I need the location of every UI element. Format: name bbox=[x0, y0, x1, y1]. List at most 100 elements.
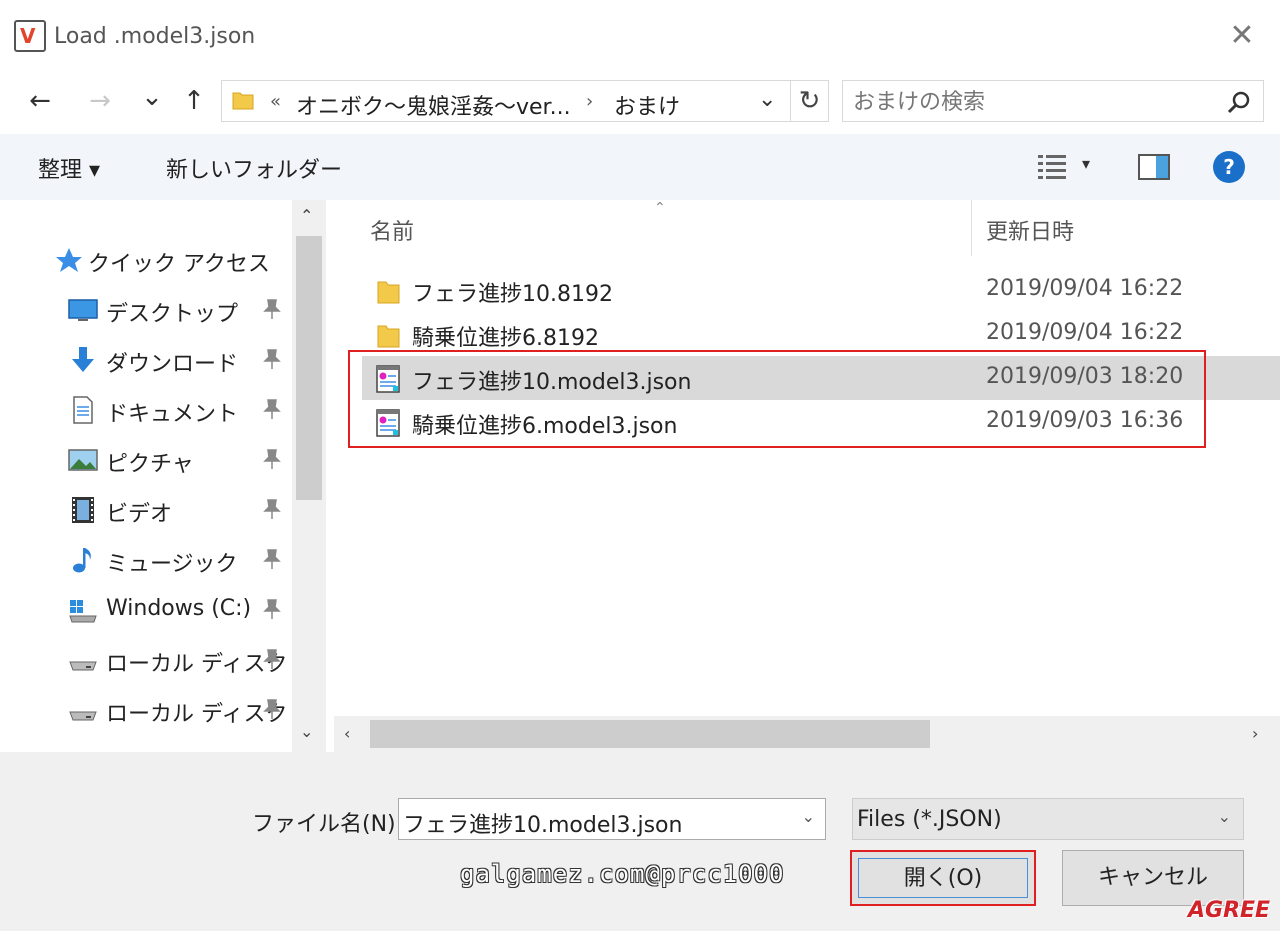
pin-icon[interactable] bbox=[262, 698, 282, 720]
command-toolbar: 整理 ▾ 新しいフォルダー ▾ bbox=[0, 134, 1280, 200]
scroll-down-icon[interactable]: ⌄ bbox=[300, 722, 313, 741]
window-title: Load .model3.json bbox=[54, 24, 256, 49]
file-modified: 2019/09/04 16:22 bbox=[986, 276, 1184, 301]
view-options-dropdown-icon[interactable]: ▾ bbox=[1082, 154, 1090, 173]
close-button[interactable]: ✕ bbox=[1220, 18, 1264, 58]
sidebar-item-documents[interactable]: ドキュメント bbox=[0, 388, 292, 432]
forward-arrow-icon[interactable]: → bbox=[82, 86, 118, 116]
sidebar-item-local-disk[interactable]: ローカル ディスク bbox=[0, 638, 292, 682]
sidebar-item-label: デスクトップ bbox=[106, 302, 239, 327]
recent-locations-chevron-icon[interactable]: ⌄ bbox=[134, 82, 170, 112]
chevron-down-icon[interactable]: ⌄ bbox=[802, 807, 815, 826]
sidebar-item-windows-drive[interactable]: Windows (C:) bbox=[0, 588, 292, 632]
sidebar-item-label: ドキュメント bbox=[106, 402, 239, 427]
pin-icon[interactable] bbox=[262, 348, 282, 370]
file-name: 騎乗位進捗6.8192 bbox=[412, 326, 599, 351]
help-glyph: ? bbox=[1223, 155, 1235, 179]
navigation-bar: ← → ⌄ ↑ « オニボク～鬼娘淫姦～ver... › おまけ ⌄ ↻ bbox=[0, 74, 1280, 134]
title-bar: V Load .model3.json ✕ bbox=[0, 0, 1280, 74]
sidebar-item-music[interactable]: ミュージック bbox=[0, 538, 292, 582]
document-icon bbox=[73, 396, 93, 424]
folder-icon bbox=[377, 281, 400, 304]
desktop-icon bbox=[68, 299, 98, 321]
sidebar-item-label: Windows (C:) bbox=[106, 596, 252, 621]
sidebar-item-local-disk[interactable]: ローカル ディスク bbox=[0, 688, 292, 732]
pin-icon[interactable] bbox=[262, 548, 282, 570]
pin-icon[interactable] bbox=[262, 498, 282, 520]
file-list: ⌃ 名前 更新日時 フェラ進捗10.8192 2019/09/04 16:22 … bbox=[334, 200, 1280, 752]
sidebar-item-label: クイック アクセス bbox=[88, 252, 270, 277]
annotation-highlight-box bbox=[348, 350, 1206, 448]
sidebar-item-label: ミュージック bbox=[106, 552, 238, 577]
file-type-value: Files (*.JSON) bbox=[857, 807, 1002, 832]
sort-ascending-icon: ⌃ bbox=[654, 200, 666, 216]
video-icon bbox=[72, 497, 94, 523]
sidebar-item-videos[interactable]: ビデオ bbox=[0, 488, 292, 532]
file-row-folder[interactable]: フェラ進捗10.8192 2019/09/04 16:22 bbox=[362, 268, 1280, 312]
preview-pane-icon[interactable] bbox=[1138, 154, 1170, 180]
organize-button[interactable]: 整理 ▾ bbox=[38, 152, 100, 184]
scroll-left-icon[interactable]: ‹ bbox=[344, 724, 350, 743]
navigation-pane: クイック アクセス デスクトップ ダウンロード ドキュメント ピクチャ ビデオ … bbox=[0, 200, 330, 752]
windows-drive-icon bbox=[69, 600, 97, 623]
folder-icon bbox=[377, 325, 400, 348]
pin-icon[interactable] bbox=[262, 448, 282, 470]
address-bar[interactable]: « オニボク～鬼娘淫姦～ver... › おまけ ⌄ ↻ bbox=[221, 80, 829, 122]
breadcrumb-segment[interactable]: オニボク～鬼娘淫姦～ver... bbox=[296, 89, 571, 121]
watermark-text: galgamez.com@prcc1000 bbox=[460, 860, 785, 888]
search-box[interactable] bbox=[842, 80, 1264, 122]
search-input[interactable] bbox=[853, 87, 1213, 117]
file-type-select[interactable]: Files (*.JSON) ⌄ bbox=[852, 798, 1244, 840]
up-arrow-icon[interactable]: ↑ bbox=[176, 86, 212, 116]
scrollbar-thumb[interactable] bbox=[296, 236, 322, 500]
open-button[interactable]: 開く(O) bbox=[850, 850, 1036, 906]
scroll-right-icon[interactable]: › bbox=[1252, 724, 1258, 743]
overflow-chevron-icon[interactable]: « bbox=[270, 91, 281, 112]
download-icon bbox=[72, 347, 94, 372]
drive-icon bbox=[69, 711, 97, 721]
scroll-up-icon[interactable]: ⌃ bbox=[300, 206, 313, 225]
filename-input[interactable]: フェラ進捗10.model3.json ⌄ bbox=[398, 798, 826, 840]
agree-logo: AGREE bbox=[1188, 898, 1271, 923]
scrollbar-thumb[interactable] bbox=[370, 720, 930, 748]
sidebar-item-quick-access[interactable]: クイック アクセス bbox=[0, 238, 292, 282]
sidebar-item-pictures[interactable]: ピクチャ bbox=[0, 438, 292, 482]
refresh-icon[interactable]: ↻ bbox=[790, 81, 828, 121]
breadcrumb-segment[interactable]: おまけ bbox=[614, 89, 680, 121]
view-details-icon[interactable] bbox=[1036, 152, 1068, 182]
breadcrumb-separator-icon[interactable]: › bbox=[586, 91, 593, 112]
pin-icon[interactable] bbox=[262, 598, 282, 620]
sidebar-item-downloads[interactable]: ダウンロード bbox=[0, 338, 292, 382]
sidebar-item-desktop[interactable]: デスクトップ bbox=[0, 288, 292, 332]
star-icon bbox=[56, 248, 82, 272]
help-icon[interactable]: ? bbox=[1212, 150, 1246, 184]
column-header-modified[interactable]: 更新日時 bbox=[986, 214, 1074, 246]
search-icon[interactable] bbox=[1225, 89, 1253, 117]
music-icon bbox=[73, 548, 91, 573]
sidebar-item-label: ピクチャ bbox=[106, 452, 194, 477]
dialog-footer: ファイル名(N): フェラ進捗10.model3.json ⌄ Files (*… bbox=[0, 752, 1280, 931]
new-folder-button[interactable]: 新しいフォルダー bbox=[166, 152, 342, 184]
sidebar-scrollbar[interactable]: ⌃ ⌄ bbox=[292, 200, 326, 752]
pin-icon[interactable] bbox=[262, 398, 282, 420]
file-modified: 2019/09/04 16:22 bbox=[986, 320, 1184, 345]
pin-icon[interactable] bbox=[262, 298, 282, 320]
drive-icon bbox=[69, 661, 97, 671]
sidebar-item-label: ビデオ bbox=[106, 502, 173, 527]
open-button-label: 開く(O) bbox=[858, 858, 1028, 898]
filename-label: ファイル名(N): bbox=[252, 812, 404, 837]
filename-value: フェラ進捗10.model3.json bbox=[403, 813, 683, 838]
column-header-name[interactable]: 名前 bbox=[370, 214, 414, 246]
filelist-horizontal-scrollbar[interactable]: ‹ › bbox=[334, 716, 1280, 752]
sidebar-item-label: ローカル ディスク bbox=[106, 652, 288, 677]
chevron-down-icon[interactable]: ⌄ bbox=[1218, 807, 1231, 826]
folder-icon bbox=[232, 92, 254, 110]
app-icon: V bbox=[14, 20, 46, 52]
back-arrow-icon[interactable]: ← bbox=[22, 86, 58, 116]
file-name: フェラ進捗10.8192 bbox=[412, 282, 613, 307]
pictures-icon bbox=[68, 449, 98, 471]
column-divider[interactable] bbox=[971, 200, 972, 256]
sidebar-item-label: ダウンロード bbox=[106, 352, 239, 377]
pin-icon[interactable] bbox=[262, 648, 282, 670]
address-dropdown-icon[interactable]: ⌄ bbox=[758, 87, 776, 112]
